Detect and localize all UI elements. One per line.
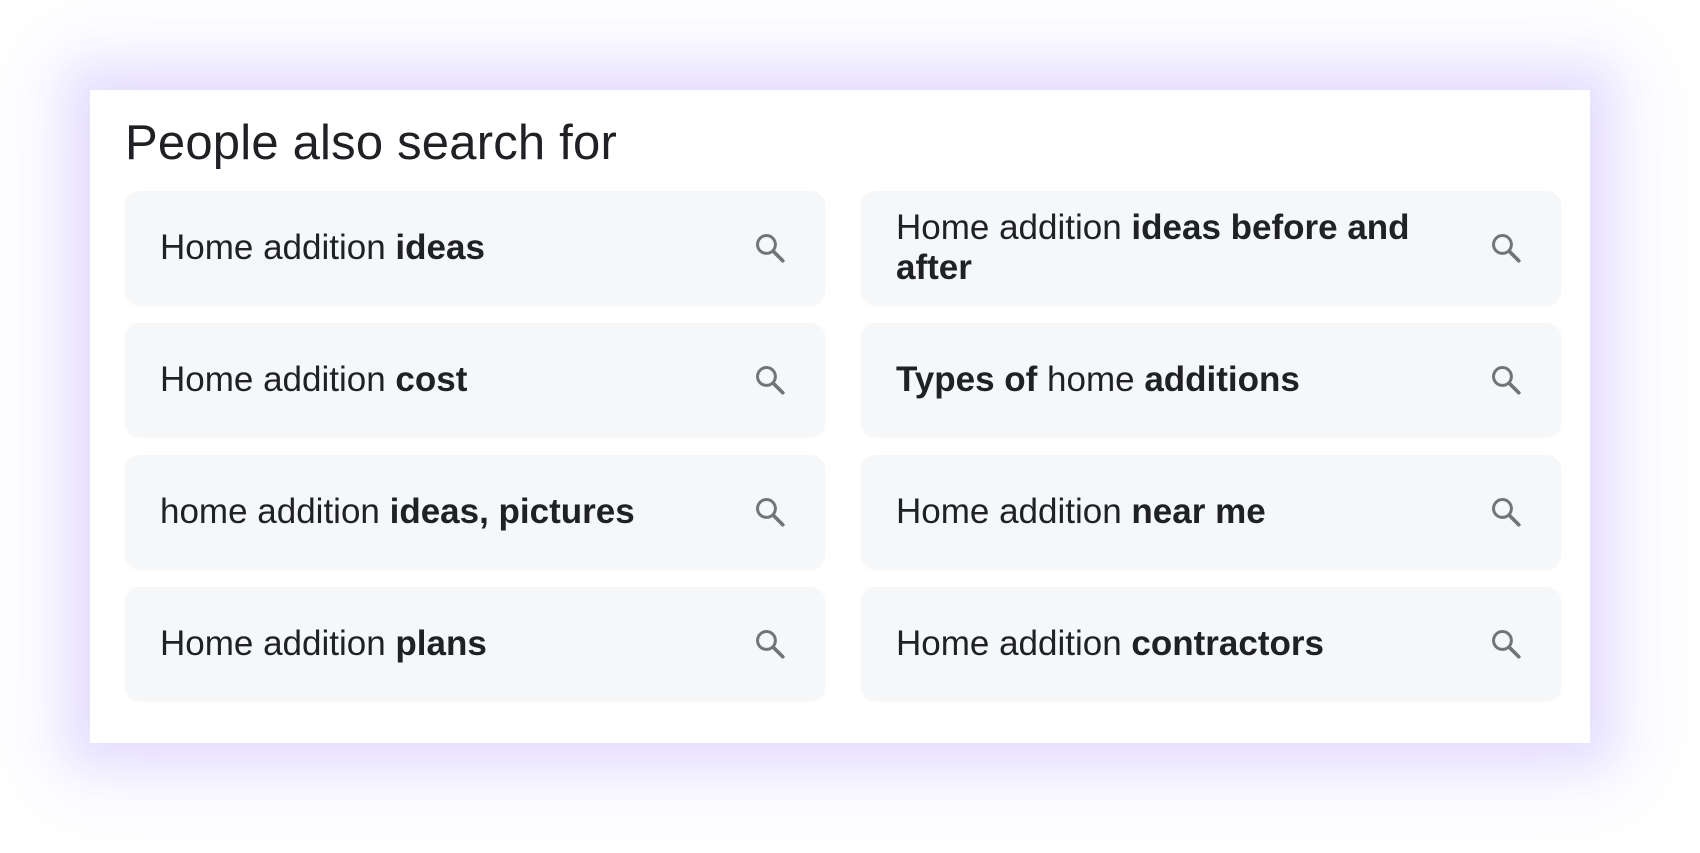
suggestion-chip-types-of-home-additions[interactable]: Types of home additions <box>861 323 1561 437</box>
suggestion-text-normal: Home addition <box>160 624 396 663</box>
suggestion-text: Home addition ideas before and after <box>896 208 1451 288</box>
suggestion-chip-home-addition-ideas-pictures[interactable]: home addition ideas, pictures <box>125 455 825 569</box>
suggestion-chip-home-addition-ideas-before-and-after[interactable]: Home addition ideas before and after <box>861 191 1561 305</box>
section-title: People also search for <box>125 116 617 170</box>
suggestion-text: home addition ideas, pictures <box>160 492 635 532</box>
suggestion-text-normal: Home addition <box>160 228 396 267</box>
search-icon <box>1489 495 1523 529</box>
suggestion-chip-home-addition-plans[interactable]: Home addition plans <box>125 587 825 701</box>
suggestion-text-normal: home <box>1037 360 1145 399</box>
search-icon <box>753 495 787 529</box>
suggestion-text: Types of home additions <box>896 360 1300 400</box>
search-icon <box>1489 627 1523 661</box>
suggestion-text-bold: ideas, pictures <box>389 492 635 531</box>
suggestion-grid: Home addition ideas Home addition ideas … <box>125 191 1561 701</box>
suggestion-text: Home addition plans <box>160 624 487 664</box>
suggestion-text-bold: additions <box>1144 360 1300 399</box>
search-icon <box>1489 231 1523 265</box>
suggestion-text-normal: Home addition <box>896 624 1132 663</box>
suggestion-text-normal: Home addition <box>896 492 1132 531</box>
suggestion-text-bold: Types of <box>896 360 1038 399</box>
search-icon <box>753 363 787 397</box>
suggestion-text-bold: contractors <box>1131 624 1324 663</box>
suggestion-chip-home-addition-cost[interactable]: Home addition cost <box>125 323 825 437</box>
suggestion-text-normal: Home addition <box>896 208 1132 247</box>
search-icon <box>1489 363 1523 397</box>
suggestion-text-bold: ideas <box>395 228 485 267</box>
suggestion-text-bold: cost <box>395 360 468 399</box>
suggestion-text-normal: Home addition <box>160 360 396 399</box>
suggestion-text: Home addition cost <box>160 360 467 400</box>
suggestion-text: Home addition near me <box>896 492 1266 532</box>
suggestion-text-normal: home addition <box>160 492 390 531</box>
suggestion-chip-home-addition-ideas[interactable]: Home addition ideas <box>125 191 825 305</box>
suggestion-chip-home-addition-near-me[interactable]: Home addition near me <box>861 455 1561 569</box>
suggestion-chip-home-addition-contractors[interactable]: Home addition contractors <box>861 587 1561 701</box>
suggestion-text-bold: near me <box>1131 492 1266 531</box>
search-icon <box>753 231 787 265</box>
page: People also search for Home addition ide… <box>0 0 1700 853</box>
suggestion-text: Home addition ideas <box>160 228 485 268</box>
suggestion-text: Home addition contractors <box>896 624 1324 664</box>
suggestion-text-bold: plans <box>395 624 487 663</box>
search-icon <box>753 627 787 661</box>
people-also-search-for-panel: People also search for Home addition ide… <box>90 90 1590 743</box>
